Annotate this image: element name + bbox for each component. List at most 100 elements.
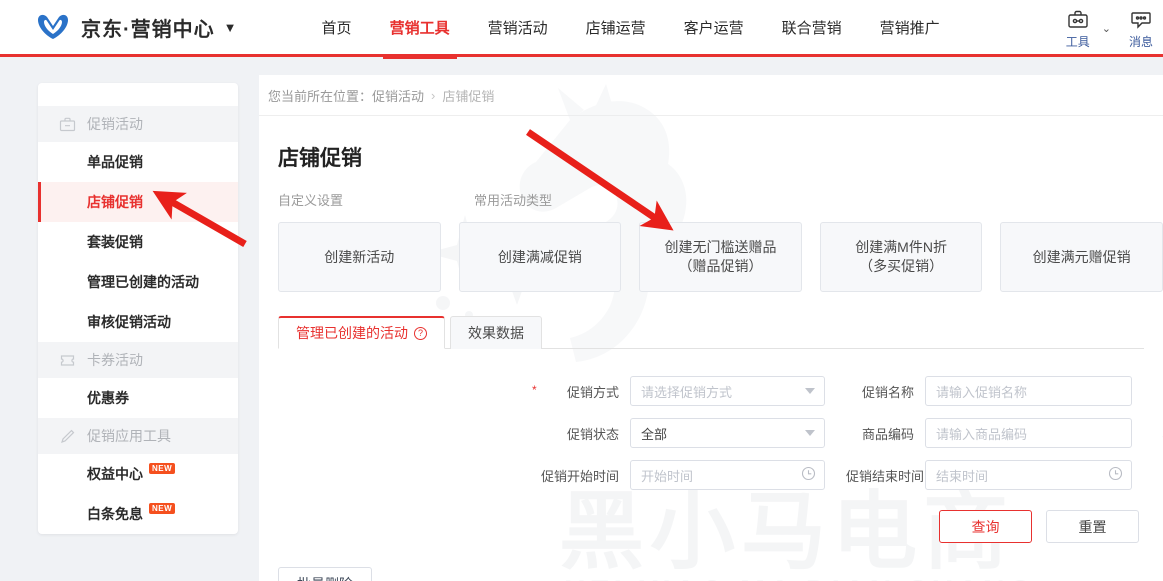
form-actions: 查询 重置: [939, 510, 1163, 543]
toolbox-outline-icon: [59, 116, 76, 133]
content-tabs: 管理已创建的活动 ? 效果数据: [278, 316, 1144, 349]
nav-item-marketing-tools[interactable]: 营销工具: [371, 0, 469, 59]
activity-type-cards: 创建新活动 创建满减促销 创建无门槛送赠品 （赠品促销） 创建满M件N折 （多买…: [278, 222, 1163, 292]
search-button[interactable]: 查询: [939, 510, 1032, 543]
selected-value: 全部: [641, 426, 668, 442]
breadcrumb-current: 店铺促销: [442, 88, 495, 104]
breadcrumb-parent[interactable]: 促销活动: [372, 86, 424, 105]
promotion-name-input[interactable]: 请输入促销名称: [925, 376, 1132, 406]
product-code-input[interactable]: 请输入商品编码: [925, 418, 1132, 448]
sidebar-item-single-product-promo[interactable]: 单品促销: [38, 142, 238, 182]
help-icon[interactable]: ?: [414, 326, 427, 340]
nav-item-home[interactable]: 首页: [303, 0, 371, 56]
field-label: * 促销方式: [532, 382, 619, 401]
sidebar-group-promo-tools: 促销应用工具: [38, 418, 238, 454]
chevron-down-icon[interactable]: ▼: [224, 20, 237, 35]
placeholder-text: 开始时间: [641, 468, 694, 484]
nav-item-joint-marketing[interactable]: 联合营销: [763, 0, 861, 56]
tab-label: 管理已创建的活动: [296, 325, 408, 341]
nav-item-marketing-activities[interactable]: 营销活动: [469, 0, 567, 56]
required-star-icon: *: [532, 382, 537, 397]
tab-manage-created-activities[interactable]: 管理已创建的活动 ?: [278, 316, 445, 349]
promotion-end-time-input[interactable]: 结束时间: [925, 460, 1132, 490]
sidebar-item-label: 套装促销: [87, 234, 143, 250]
nav-item-store-operations[interactable]: 店铺运营: [567, 0, 665, 56]
card-line1: 创建满减促销: [497, 248, 582, 265]
sidebar-item-label: 单品促销: [87, 154, 143, 170]
new-badge: NEW: [149, 462, 176, 474]
sidebar-group-label: 促销应用工具: [87, 428, 171, 444]
sidebar-item-rights-center[interactable]: 权益中心 NEW: [38, 454, 238, 494]
card-create-free-gift[interactable]: 创建无门槛送赠品 （赠品促销）: [639, 222, 802, 292]
card-create-m-n-discount[interactable]: 创建满M件N折 （多买促销）: [819, 222, 983, 292]
header-right-actions: 工具 ⌄ 消息: [1056, 0, 1163, 57]
bulk-delete-button[interactable]: 批量删除: [278, 567, 372, 581]
card-create-new-activity[interactable]: 创建新活动: [278, 222, 441, 292]
sidebar-item-coupon[interactable]: 优惠券: [38, 378, 238, 418]
nav-item-marketing-promotion[interactable]: 营销推广: [861, 0, 959, 56]
promotion-start-time-input[interactable]: 开始时间: [630, 460, 825, 490]
tab-label: 效果数据: [468, 325, 524, 341]
top-header: 京东·营销中心 ▼ 首页 营销工具 营销活动 店铺运营 客户运营 联合营销 营销…: [0, 0, 1163, 59]
field-label-text: 促销方式: [566, 384, 619, 400]
sidebar-item-store-promo[interactable]: 店铺促销: [38, 182, 238, 222]
brand-title: 京东·营销中心: [81, 18, 215, 41]
sidebar: 促销活动 单品促销 店铺促销 套装促销 管理已创建的活动 审核促销活动 卡券活动…: [38, 83, 238, 534]
field-promotion-end-time: 促销结束时间 结束时间: [846, 460, 1132, 490]
sidebar-item-label: 优惠券: [87, 390, 129, 406]
field-label: 商品编码: [861, 426, 914, 442]
chevron-down-icon: [805, 388, 815, 394]
pen-outline-icon: [59, 428, 76, 445]
field-promotion-name: 促销名称 请输入促销名称: [846, 376, 1132, 406]
sidebar-item-bundle-promo[interactable]: 套装促销: [38, 222, 238, 262]
field-promotion-code: 促销编码 请输入促销编码: [1153, 376, 1163, 406]
field-sku-code: SKU编码 请输入SKU编码: [1153, 418, 1163, 448]
message-bubble-icon: [1130, 7, 1152, 31]
card-line2: （多买促销）: [859, 258, 944, 274]
tools-chevron-down-icon[interactable]: ⌄: [1102, 22, 1111, 35]
placeholder-text: 请输入商品编码: [936, 426, 1028, 442]
card-line1: 创建满M件N折: [855, 239, 947, 256]
sidebar-item-label: 审核促销活动: [87, 314, 171, 330]
sidebar-item-baitiao-interest-free[interactable]: 白条免息 NEW: [38, 494, 238, 534]
filter-form: * 促销方式 请选择促销方式 促销名称 请输入促销名称 促销状态 全部 商品编码…: [259, 370, 1163, 543]
jd-logo-icon: [36, 13, 70, 41]
card-line1: 创建新活动: [324, 248, 395, 265]
clock-icon: [801, 466, 816, 484]
card-line2: （赠品促销）: [678, 258, 763, 274]
chevron-down-icon: [805, 430, 815, 436]
card-line1: 创建无门槛送赠品: [664, 239, 777, 256]
promotion-status-select[interactable]: 全部: [630, 418, 825, 448]
section-labels: 自定义设置 常用活动类型: [259, 190, 1163, 208]
toolbox-icon: [1067, 7, 1089, 31]
field-label: 促销状态: [566, 426, 619, 442]
field-promotion-method: * 促销方式 请选择促销方式: [532, 376, 825, 406]
brand-logo[interactable]: 京东·营销中心 ▼: [36, 13, 237, 42]
nav-item-customer-operations[interactable]: 客户运营: [665, 0, 763, 56]
field-label: 促销开始时间: [541, 468, 620, 484]
reset-button[interactable]: 重置: [1046, 510, 1139, 543]
section-label-custom: 自定义设置: [278, 193, 344, 208]
ticket-outline-icon: [59, 352, 76, 369]
section-label-common: 常用活动类型: [474, 193, 553, 208]
form-row: 促销开始时间 开始时间 促销结束时间 结束时间: [259, 454, 1163, 496]
new-badge: NEW: [149, 502, 176, 514]
tools-label: 工具: [1065, 35, 1090, 49]
field-promotion-start-time: 促销开始时间 开始时间: [541, 460, 825, 490]
card-create-full-reduction[interactable]: 创建满减促销: [458, 222, 622, 292]
main-nav: 首页 营销工具 营销活动 店铺运营 客户运营 联合营销 营销推广: [303, 0, 959, 59]
message-button[interactable]: 消息: [1119, 7, 1163, 50]
page-title: 店铺促销: [278, 147, 362, 170]
sidebar-group-coupons: 卡券活动: [38, 342, 238, 378]
sidebar-item-manage-created-activities[interactable]: 管理已创建的活动: [38, 262, 238, 302]
breadcrumb: 您当前所在位置： 促销活动 › 店铺促销: [259, 75, 1163, 116]
sidebar-item-label: 店铺促销: [87, 194, 143, 210]
tools-button[interactable]: 工具: [1056, 7, 1100, 50]
placeholder-text: 请选择促销方式: [641, 384, 733, 400]
form-row: 促销状态 全部 商品编码 请输入商品编码 SKU编码: [259, 412, 1163, 454]
tab-effect-data[interactable]: 效果数据: [450, 316, 542, 349]
promotion-method-select[interactable]: 请选择促销方式: [630, 376, 825, 406]
sidebar-item-review-promotions[interactable]: 审核促销活动: [38, 302, 238, 342]
card-create-spend-gift[interactable]: 创建满元赠促销: [1000, 222, 1163, 292]
sidebar-item-label: 白条免息: [87, 506, 143, 522]
